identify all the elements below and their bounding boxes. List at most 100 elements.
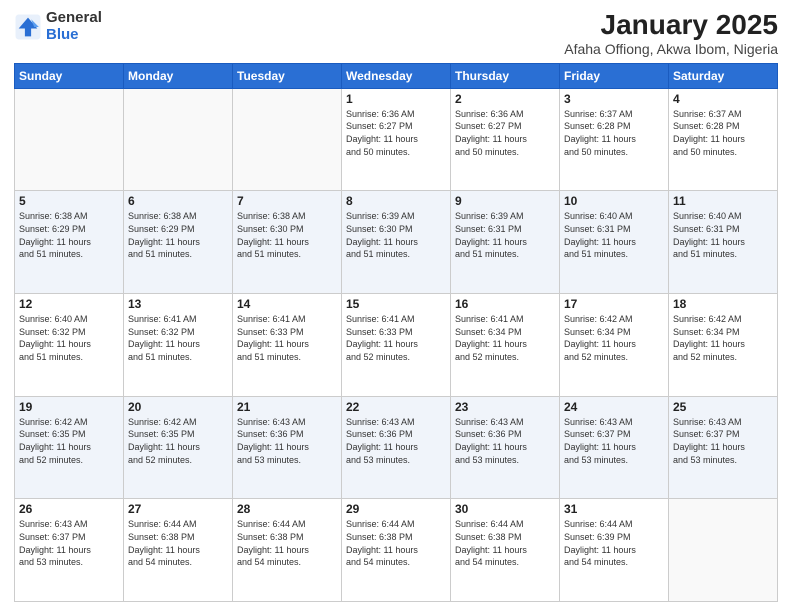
calendar-cell — [669, 499, 778, 602]
day-number: 8 — [346, 194, 446, 208]
day-info: Sunrise: 6:43 AM Sunset: 6:37 PM Dayligh… — [673, 416, 773, 466]
calendar-cell: 3Sunrise: 6:37 AM Sunset: 6:28 PM Daylig… — [560, 88, 669, 191]
day-number: 12 — [19, 297, 119, 311]
day-info: Sunrise: 6:40 AM Sunset: 6:32 PM Dayligh… — [19, 313, 119, 363]
day-info: Sunrise: 6:42 AM Sunset: 6:35 PM Dayligh… — [19, 416, 119, 466]
day-info: Sunrise: 6:44 AM Sunset: 6:38 PM Dayligh… — [346, 518, 446, 568]
day-number: 9 — [455, 194, 555, 208]
calendar-cell: 19 Sunrise: 6:42 AM Sunset: 6:35 PM Dayli… — [15, 396, 124, 499]
day-number: 3 — [564, 92, 664, 106]
page-subtitle: Afaha Offiong, Akwa Ibom, Nigeria — [564, 41, 778, 57]
day-info: Sunrise: 6:36 AM Sunset: 6:27 PM Dayligh… — [346, 108, 446, 158]
day-info: Sunrise: 6:44 AM Sunset: 6:38 PM Dayligh… — [455, 518, 555, 568]
calendar-cell: 14 Sunrise: 6:41 AM Sunset: 6:33 PM Dayli… — [233, 294, 342, 397]
calendar-cell: 10 Sunrise: 6:40 AM Sunset: 6:31 PM Dayli… — [560, 191, 669, 294]
day-info: Sunrise: 6:40 AM Sunset: 6:31 PM Dayligh… — [673, 210, 773, 260]
day-number: 27 — [128, 502, 228, 516]
calendar-cell: 2 Sunrise: 6:36 AM Sunset: 6:27 PM Daylig… — [451, 88, 560, 191]
calendar-cell: 29 Sunrise: 6:44 AM Sunset: 6:38 PM Dayli… — [342, 499, 451, 602]
calendar-cell: 5 Sunrise: 6:38 AM Sunset: 6:29 PM Daylig… — [15, 191, 124, 294]
calendar-week-5: 26 Sunrise: 6:43 AM Sunset: 6:37 PM Dayli… — [15, 499, 778, 602]
day-number: 29 — [346, 502, 446, 516]
calendar-cell — [233, 88, 342, 191]
day-number: 11 — [673, 194, 773, 208]
calendar-cell: 13 Sunrise: 6:41 AM Sunset: 6:32 PM Dayli… — [124, 294, 233, 397]
logo-general-text: General — [46, 10, 102, 27]
day-number: 30 — [455, 502, 555, 516]
day-info: Sunrise: 6:37 AM Sunset: 6:28 PM Dayligh… — [673, 108, 773, 158]
day-number: 13 — [128, 297, 228, 311]
calendar-header: Sunday Monday Tuesday Wednesday Thursday… — [15, 63, 778, 88]
logo-text: General Blue — [46, 10, 102, 43]
day-info: Sunrise: 6:38 AM Sunset: 6:30 PM Dayligh… — [237, 210, 337, 260]
day-number: 5 — [19, 194, 119, 208]
day-info: Sunrise: 6:39 AM Sunset: 6:31 PM Dayligh… — [455, 210, 555, 260]
calendar-cell: 18Sunrise: 6:42 AM Sunset: 6:34 PM Dayli… — [669, 294, 778, 397]
col-tuesday: Tuesday — [233, 63, 342, 88]
calendar-cell — [124, 88, 233, 191]
day-number: 26 — [19, 502, 119, 516]
day-number: 7 — [237, 194, 337, 208]
day-number: 21 — [237, 400, 337, 414]
day-info: Sunrise: 6:41 AM Sunset: 6:33 PM Dayligh… — [237, 313, 337, 363]
day-info: Sunrise: 6:41 AM Sunset: 6:32 PM Dayligh… — [128, 313, 228, 363]
calendar-cell: 4 Sunrise: 6:37 AM Sunset: 6:28 PM Daylig… — [669, 88, 778, 191]
calendar-cell: 17Sunrise: 6:42 AM Sunset: 6:34 PM Dayli… — [560, 294, 669, 397]
calendar-cell: 30 Sunrise: 6:44 AM Sunset: 6:38 PM Dayli… — [451, 499, 560, 602]
calendar-cell: 26 Sunrise: 6:43 AM Sunset: 6:37 PM Dayli… — [15, 499, 124, 602]
calendar-cell — [15, 88, 124, 191]
day-info: Sunrise: 6:44 AM Sunset: 6:38 PM Dayligh… — [237, 518, 337, 568]
day-info: Sunrise: 6:40 AM Sunset: 6:31 PM Dayligh… — [564, 210, 664, 260]
calendar-week-3: 12 Sunrise: 6:40 AM Sunset: 6:32 PM Dayli… — [15, 294, 778, 397]
calendar-cell: 1 Sunrise: 6:36 AM Sunset: 6:27 PM Daylig… — [342, 88, 451, 191]
calendar-week-1: 1 Sunrise: 6:36 AM Sunset: 6:27 PM Daylig… — [15, 88, 778, 191]
day-info: Sunrise: 6:38 AM Sunset: 6:29 PM Dayligh… — [128, 210, 228, 260]
day-info: Sunrise: 6:42 AM Sunset: 6:34 PM Dayligh… — [673, 313, 773, 363]
day-number: 16 — [455, 297, 555, 311]
col-sunday: Sunday — [15, 63, 124, 88]
day-number: 25 — [673, 400, 773, 414]
col-wednesday: Wednesday — [342, 63, 451, 88]
calendar-cell: 15Sunrise: 6:41 AM Sunset: 6:33 PM Dayli… — [342, 294, 451, 397]
logo: General Blue — [14, 10, 102, 43]
day-info: Sunrise: 6:43 AM Sunset: 6:37 PM Dayligh… — [19, 518, 119, 568]
day-number: 22 — [346, 400, 446, 414]
col-thursday: Thursday — [451, 63, 560, 88]
calendar-cell: 31Sunrise: 6:44 AM Sunset: 6:39 PM Dayli… — [560, 499, 669, 602]
calendar-week-4: 19 Sunrise: 6:42 AM Sunset: 6:35 PM Dayli… — [15, 396, 778, 499]
day-info: Sunrise: 6:36 AM Sunset: 6:27 PM Dayligh… — [455, 108, 555, 158]
day-number: 1 — [346, 92, 446, 106]
day-info: Sunrise: 6:44 AM Sunset: 6:38 PM Dayligh… — [128, 518, 228, 568]
day-number: 10 — [564, 194, 664, 208]
day-number: 14 — [237, 297, 337, 311]
day-number: 2 — [455, 92, 555, 106]
day-number: 19 — [19, 400, 119, 414]
calendar-cell: 28Sunrise: 6:44 AM Sunset: 6:38 PM Dayli… — [233, 499, 342, 602]
logo-blue-text: Blue — [46, 27, 102, 44]
calendar-cell: 20Sunrise: 6:42 AM Sunset: 6:35 PM Dayli… — [124, 396, 233, 499]
calendar-cell: 24Sunrise: 6:43 AM Sunset: 6:37 PM Dayli… — [560, 396, 669, 499]
day-info: Sunrise: 6:43 AM Sunset: 6:36 PM Dayligh… — [455, 416, 555, 466]
col-monday: Monday — [124, 63, 233, 88]
day-number: 24 — [564, 400, 664, 414]
col-saturday: Saturday — [669, 63, 778, 88]
day-info: Sunrise: 6:41 AM Sunset: 6:34 PM Dayligh… — [455, 313, 555, 363]
calendar-cell: 9 Sunrise: 6:39 AM Sunset: 6:31 PM Daylig… — [451, 191, 560, 294]
day-number: 31 — [564, 502, 664, 516]
calendar-cell: 25 Sunrise: 6:43 AM Sunset: 6:37 PM Dayli… — [669, 396, 778, 499]
logo-icon — [14, 13, 42, 41]
day-info: Sunrise: 6:42 AM Sunset: 6:35 PM Dayligh… — [128, 416, 228, 466]
calendar-cell: 6 Sunrise: 6:38 AM Sunset: 6:29 PM Daylig… — [124, 191, 233, 294]
day-info: Sunrise: 6:39 AM Sunset: 6:30 PM Dayligh… — [346, 210, 446, 260]
calendar-cell: 11 Sunrise: 6:40 AM Sunset: 6:31 PM Dayli… — [669, 191, 778, 294]
calendar-cell: 7 Sunrise: 6:38 AM Sunset: 6:30 PM Daylig… — [233, 191, 342, 294]
calendar-cell: 23Sunrise: 6:43 AM Sunset: 6:36 PM Dayli… — [451, 396, 560, 499]
calendar-cell: 22Sunrise: 6:43 AM Sunset: 6:36 PM Dayli… — [342, 396, 451, 499]
day-number: 17 — [564, 297, 664, 311]
day-number: 4 — [673, 92, 773, 106]
header: General Blue January 2025 Afaha Offiong,… — [14, 10, 778, 57]
header-row: Sunday Monday Tuesday Wednesday Thursday… — [15, 63, 778, 88]
day-number: 15 — [346, 297, 446, 311]
day-number: 6 — [128, 194, 228, 208]
day-info: Sunrise: 6:38 AM Sunset: 6:29 PM Dayligh… — [19, 210, 119, 260]
